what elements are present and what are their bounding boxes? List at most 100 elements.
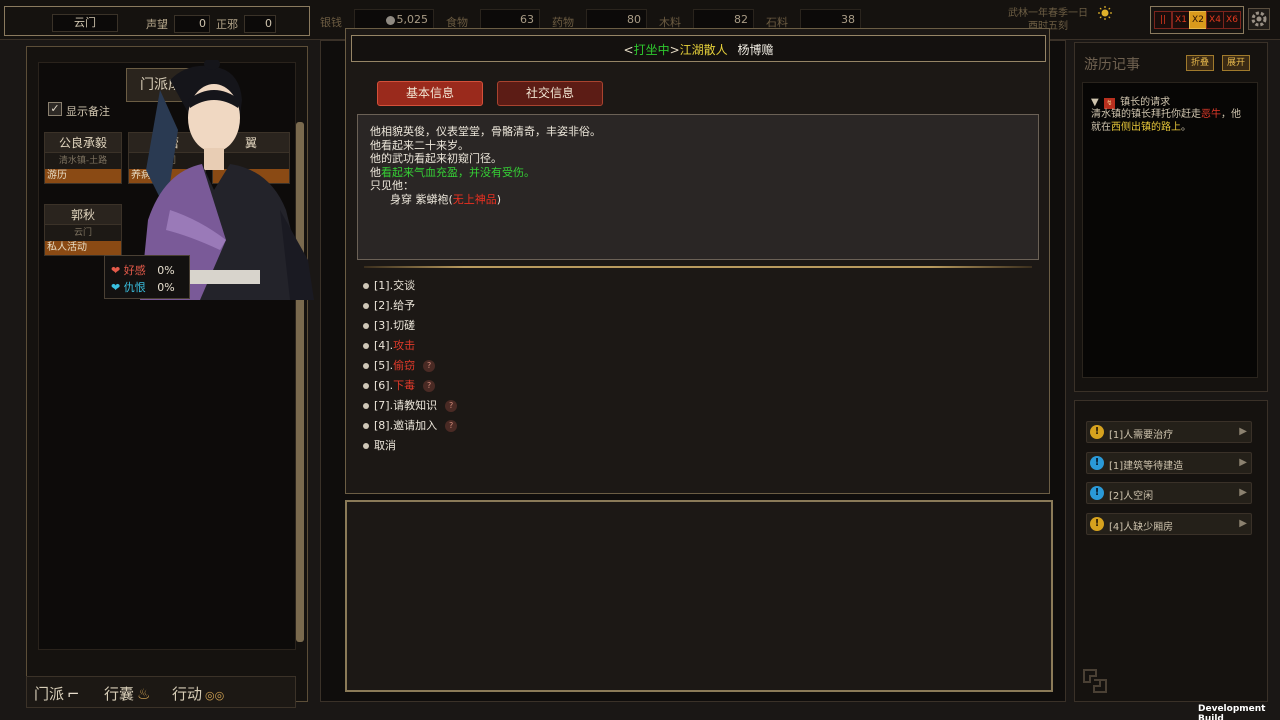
option-talk[interactable]: [1].交谈	[363, 277, 415, 295]
option-attack[interactable]: [4].攻击	[363, 337, 415, 355]
hatred-value: 0%	[157, 281, 175, 294]
affinity-box: ❤ 好感 0% ❤ 仇恨 0%	[104, 255, 190, 299]
sun-icon	[1098, 6, 1112, 20]
collapse-button[interactable]: 折叠	[1186, 55, 1214, 71]
divider	[364, 266, 1032, 268]
option-cancel[interactable]: 取消	[363, 437, 396, 455]
food-value: 63	[480, 9, 540, 29]
silver-label: 银钱	[320, 16, 342, 29]
npc-title-text: 江湖散人	[679, 43, 728, 57]
member-activity: 私人活动	[45, 241, 121, 255]
quest-text: 清水镇的镇长拜托你赶走恶牛，他 就在西侧出镇的路上。	[1091, 108, 1255, 134]
option-poison[interactable]: [6].下毒?	[363, 377, 436, 395]
quest-header[interactable]: ▼ ↯ 镇长的请求	[1091, 93, 1170, 109]
tab-sect-label: 门派	[34, 685, 65, 703]
tab-basic-info[interactable]: 基本信息	[377, 81, 483, 106]
option-spar[interactable]: [3].切磋	[363, 317, 415, 335]
tab-social-info[interactable]: 社交信息	[497, 81, 603, 106]
play-icon: ▶	[1239, 457, 1247, 468]
quest-target: 恶牛	[1201, 109, 1221, 120]
favor-label: 好感	[123, 264, 146, 277]
option-label: 偷窃	[393, 359, 416, 372]
member-card[interactable]: 公良承毅 清水镇-土路 游历	[44, 132, 122, 184]
option-learn[interactable]: [7].请教知识?	[363, 397, 458, 415]
dev-build-label: Development Build	[1198, 704, 1266, 720]
desc-line: 他看起来二十来岁。	[370, 138, 469, 152]
coin-icon	[385, 15, 395, 25]
eyes-icon: ◎◎	[205, 689, 225, 702]
help-icon[interactable]: ?	[445, 420, 458, 432]
alert-text: [1]建筑等待建造	[1109, 461, 1184, 472]
tab-action[interactable]: 行动 ◎◎	[172, 683, 224, 704]
speed-x4-button[interactable]: X4	[1206, 11, 1224, 29]
npc-name: 杨博赡	[737, 43, 774, 57]
npc-title: <打坐中>江湖散人 杨博赡	[623, 43, 774, 57]
option-label: 给予	[393, 299, 416, 312]
help-icon[interactable]: ?	[423, 380, 436, 392]
heart-icon: ❤	[111, 264, 121, 277]
option-invite[interactable]: [8].邀请加入?	[363, 417, 458, 435]
option-key: [4].	[374, 339, 394, 352]
favor-row: ❤ 好感 0%	[111, 262, 175, 278]
stone-value: 38	[800, 9, 861, 29]
alert-icon: !	[1090, 456, 1104, 470]
pause-button[interactable]: ||	[1154, 11, 1172, 29]
wood-value: 82	[693, 9, 754, 29]
desc-line: 他相貌英俊，仪表堂堂，骨骼清奇，丰姿非俗。	[370, 125, 601, 138]
settings-button[interactable]	[1248, 8, 1270, 30]
speed-x6-button[interactable]: X6	[1223, 11, 1241, 29]
alert-item[interactable]: ! [2]人空闲 ▶	[1086, 482, 1252, 504]
option-key: [1].	[374, 279, 394, 292]
bullet-icon	[363, 323, 369, 329]
option-key: [8].	[374, 419, 394, 432]
npc-description: 他相貌英俊，仪表堂堂，骨骼清奇，丰姿非俗。 他看起来二十来岁。 他的武功看起来初…	[357, 114, 1039, 260]
help-icon[interactable]: ?	[445, 400, 458, 412]
journal-list: ▼ ↯ 镇长的请求 清水镇的镇长拜托你赶走恶牛，他 就在西侧出镇的路上。	[1082, 82, 1258, 378]
member-location: 云门	[73, 228, 92, 238]
option-label: 邀请加入	[393, 419, 438, 432]
health-status: 看起来气血充盈，并没有受伤。	[381, 165, 535, 179]
bullet-icon	[363, 363, 369, 369]
alert-text: [2]人空闲	[1109, 491, 1154, 502]
option-key: [5].	[374, 359, 394, 372]
speed-x2-button[interactable]: X2	[1189, 11, 1207, 29]
tab-bag[interactable]: 行囊 ♨	[104, 683, 150, 704]
alert-icon: !	[1090, 425, 1104, 439]
silver-value-box: 5,025	[354, 9, 434, 29]
desc-text: 他	[370, 165, 381, 179]
hatred-label: 仇恨	[123, 281, 146, 294]
show-notes-checkbox[interactable]: ✓	[48, 102, 62, 116]
alert-icon: !	[1090, 486, 1104, 500]
silver-value: 5,025	[396, 13, 429, 26]
alert-item[interactable]: ! [1]人需要治疗 ▶	[1086, 421, 1252, 443]
evil-label: 正邪	[216, 18, 238, 31]
option-label: 攻击	[393, 339, 416, 352]
alert-text: [1]人需要治疗	[1109, 430, 1174, 441]
expand-button[interactable]: 展开	[1222, 55, 1250, 71]
quest-text-part: 就在	[1091, 122, 1111, 133]
member-activity: 游历	[45, 169, 121, 183]
play-icon: ▶	[1239, 518, 1247, 529]
medicine-value: 80	[586, 9, 647, 29]
evil-value: 0	[244, 15, 276, 33]
option-label: 请教知识	[393, 399, 438, 412]
option-key: [7].	[374, 399, 394, 412]
reputation-label: 声望	[146, 18, 168, 31]
speed-x1-button[interactable]: X1	[1172, 11, 1190, 29]
triangle-down-icon: ▼	[1091, 97, 1099, 108]
tab-sect[interactable]: 门派 ⌐	[34, 683, 80, 704]
message-panel	[345, 500, 1053, 692]
option-give[interactable]: [2].给予	[363, 297, 415, 315]
member-location: 清水镇-土路	[58, 156, 108, 166]
npc-status: 打坐中	[633, 43, 670, 57]
member-card[interactable]: 郭秋 云门 私人活动	[44, 204, 122, 256]
option-steal[interactable]: [5].偷窃?	[363, 357, 436, 375]
bullet-icon	[363, 403, 369, 409]
alerts-panel	[1074, 400, 1268, 702]
help-icon[interactable]: ?	[423, 360, 436, 372]
quest-text-part: 。	[1181, 122, 1191, 133]
alert-item[interactable]: ! [1]建筑等待建造 ▶	[1086, 452, 1252, 474]
boot-icon: ⌐	[67, 685, 80, 703]
alert-text: [4]人缺少厢房	[1109, 522, 1174, 533]
alert-item[interactable]: ! [4]人缺少厢房 ▶	[1086, 513, 1252, 535]
